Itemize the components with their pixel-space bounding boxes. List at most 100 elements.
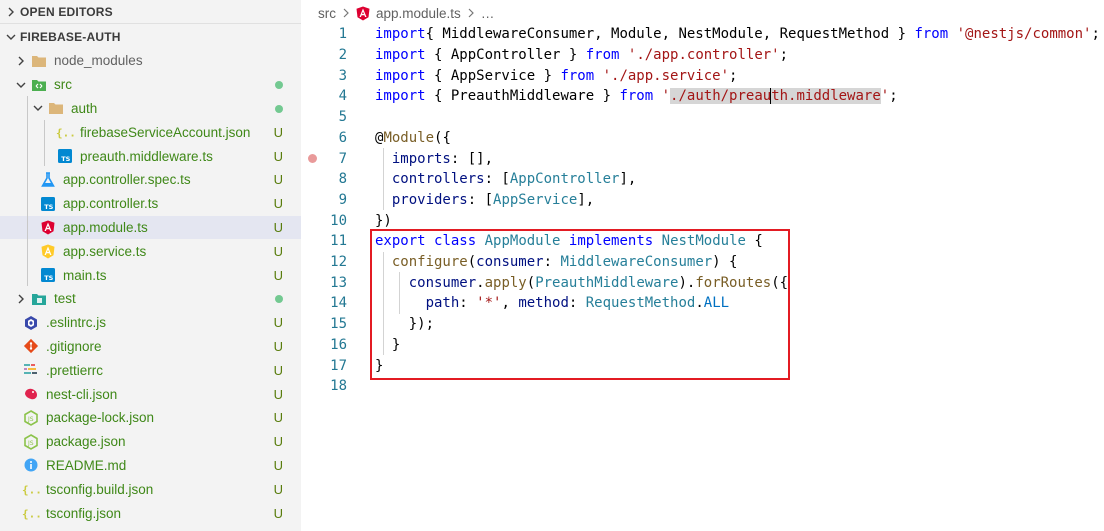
chevron-down-icon	[4, 32, 18, 42]
code-line[interactable]: 9 providers: [AppService],	[301, 190, 1104, 211]
tree-item-test[interactable]: test	[0, 287, 301, 311]
tree-item-nest-cli-json[interactable]: nest-cli.json U	[0, 382, 301, 406]
code-token: { MiddlewareConsumer, Module, NestModule…	[425, 26, 915, 43]
code-token: (	[467, 254, 477, 271]
nodejs-icon: JS	[21, 432, 41, 452]
code-line[interactable]: 5	[301, 107, 1104, 128]
code-line[interactable]: 18	[301, 376, 1104, 397]
breakpoint-hint-icon[interactable]	[308, 154, 317, 164]
tree-item-src[interactable]: src	[0, 73, 301, 97]
tree-item-firebaseserviceaccount-json[interactable]: {..} firebaseServiceAccount.json U	[0, 120, 301, 144]
code-line[interactable]: 15 });	[301, 314, 1104, 335]
tree-item-tsconfig-json[interactable]: {..} tsconfig.json U	[0, 501, 301, 525]
folder-test-icon	[29, 289, 49, 309]
code-line[interactable]: 16 }	[301, 335, 1104, 356]
code-token: '	[661, 88, 671, 105]
git-icon	[21, 336, 41, 356]
code-token: :	[568, 295, 586, 312]
open-editors-header[interactable]: OPEN EDITORS	[0, 0, 301, 24]
code-text: imports: [],	[375, 151, 493, 167]
code-token: import	[375, 26, 426, 43]
code-text: providers: [AppService],	[375, 192, 594, 208]
tree-item-prettierrc[interactable]: .prettierrc U	[0, 358, 301, 382]
code-line[interactable]: 10})	[301, 210, 1104, 231]
line-number: 14	[330, 295, 347, 312]
code-token: ;	[779, 47, 789, 64]
tree-item-label: main.ts	[63, 267, 107, 283]
chevron-down-icon[interactable]	[13, 80, 29, 90]
code-line[interactable]: 1 import{ MiddlewareConsumer, Module, Nes…	[301, 24, 1104, 45]
tree-item-preauth-middleware-ts[interactable]: TS preauth.middleware.ts U	[0, 144, 301, 168]
code-line[interactable]: 13 consumer.apply(PreauthMiddleware).for…	[301, 272, 1104, 293]
tree-item-label: src	[54, 77, 72, 93]
code-token: './app.service'	[602, 67, 730, 84]
tree-item-package-lock-json[interactable]: JS package-lock.json U	[0, 406, 301, 430]
code-editor[interactable]: src app.module.ts … 1 import{ MiddlewareC…	[301, 0, 1104, 531]
code-line[interactable]: 3 import { AppService } from './app.servi…	[301, 65, 1104, 86]
git-status-badge: U	[273, 362, 283, 378]
tree-item-tsconfig-build-json[interactable]: {..} tsconfig.build.json U	[0, 477, 301, 501]
tree-item-auth[interactable]: auth	[0, 97, 301, 121]
code-line[interactable]: 2 import { AppController } from './app.co…	[301, 45, 1104, 66]
svg-text:JS: JS	[27, 440, 34, 447]
git-status-badge: U	[273, 338, 283, 354]
chevron-down-icon[interactable]	[30, 103, 46, 113]
code-token: Module	[383, 129, 435, 146]
code-token: ({	[434, 129, 451, 146]
code-line[interactable]: 7 imports: [],	[301, 148, 1104, 169]
tree-item-label: app.service.ts	[63, 243, 147, 259]
line-number: 10	[330, 212, 347, 229]
code-token: from	[619, 88, 654, 105]
git-modified-dot-icon	[275, 77, 283, 92]
code-token: AppController	[509, 171, 620, 188]
eslint-icon	[21, 313, 41, 333]
code-line[interactable]: 12 configure(consumer: MiddlewareConsume…	[301, 252, 1104, 273]
breadcrumb-more[interactable]: …	[481, 6, 495, 21]
breadcrumb-folder[interactable]: src	[318, 6, 336, 21]
code-line[interactable]: 11 export class AppModule implements Nest…	[301, 231, 1104, 252]
code-line[interactable]: 8 controllers: [AppController],	[301, 169, 1104, 190]
tree-item-app-controller-spec-ts[interactable]: app.controller.spec.ts U	[0, 168, 301, 192]
tree-item-eslintrc-js[interactable]: .eslintrc.js U	[0, 311, 301, 335]
code-token: method	[518, 295, 569, 312]
code-line[interactable]: 17}	[301, 355, 1104, 376]
git-status-badge: U	[273, 410, 283, 426]
code-text: import { AppController } from './app.con…	[375, 47, 788, 63]
code-text: path: '*', method: RequestMethod.ALL	[375, 295, 729, 311]
code-token: }	[375, 336, 401, 353]
tree-item-node-modules[interactable]: node_modules	[0, 49, 301, 73]
code-token: NestModule	[661, 233, 746, 250]
tree-item-app-controller-ts[interactable]: TS app.controller.ts U	[0, 192, 301, 216]
tree-item-app-service-ts[interactable]: app.service.ts U	[0, 239, 301, 263]
code-token: ALL	[703, 295, 730, 312]
tree-item-package-json[interactable]: JS package.json U	[0, 430, 301, 454]
indent-guide	[27, 96, 28, 286]
breadcrumb: src app.module.ts …	[301, 0, 1104, 27]
code-line[interactable]: 6 @Module({	[301, 128, 1104, 149]
chevron-right-icon[interactable]	[13, 56, 29, 66]
code-token: forRoutes	[695, 274, 772, 291]
svg-text:TS: TS	[61, 155, 70, 163]
tree-item-label: test	[54, 291, 76, 307]
line-number: 12	[330, 254, 347, 271]
tree-item-readme-md[interactable]: README.md U	[0, 454, 301, 478]
code-token: import	[375, 47, 426, 64]
indent-guide	[44, 120, 45, 166]
tree-item-gitignore[interactable]: .gitignore U	[0, 335, 301, 359]
code-text: import { AppService } from './app.servic…	[375, 68, 737, 84]
svg-text:TS: TS	[44, 203, 53, 211]
project-header[interactable]: FIREBASE-AUTH	[0, 25, 301, 49]
chevron-right-icon[interactable]	[13, 294, 29, 304]
line-number: 2	[338, 47, 347, 64]
tree-item-main-ts[interactable]: TS main.ts U	[0, 263, 301, 287]
breadcrumb-file[interactable]: app.module.ts	[376, 6, 461, 21]
folder-icon	[29, 51, 49, 71]
tree-item-app-module-ts[interactable]: app.module.ts U	[0, 215, 301, 240]
code-line[interactable]: 14 path: '*', method: RequestMethod.ALL	[301, 293, 1104, 314]
code-line[interactable]: 4 import { PreauthMiddleware } from './au…	[301, 86, 1104, 107]
code-text: consumer.apply(PreauthMiddleware).forRou…	[375, 275, 788, 291]
